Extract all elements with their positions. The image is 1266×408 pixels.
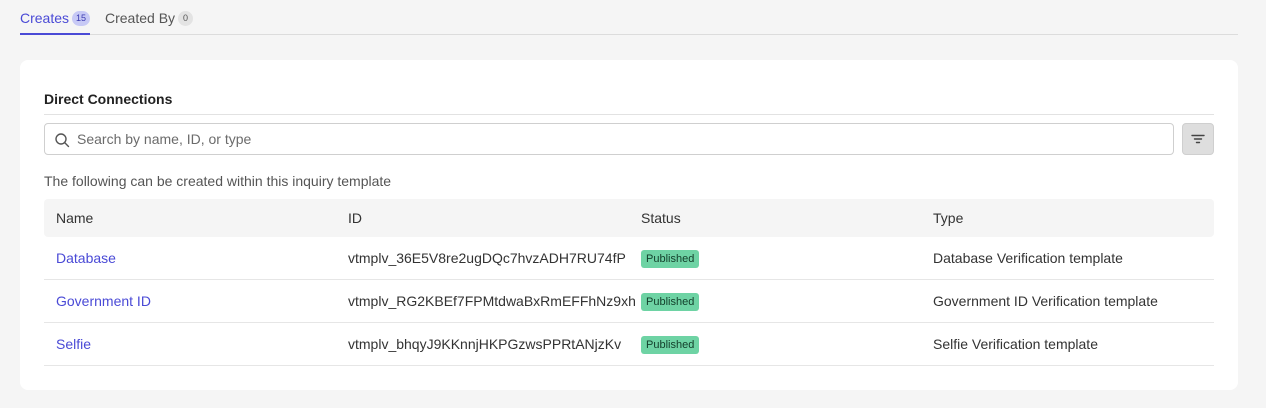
- filter-button[interactable]: [1182, 123, 1214, 155]
- row-type: Selfie Verification template: [933, 336, 1098, 352]
- column-header-name: Name: [56, 210, 94, 226]
- tab-label: Creates: [20, 10, 70, 26]
- tab-count-badge: 15: [72, 11, 91, 26]
- row-id: vtmplv_36E5V8re2ugDQc7hvzADH7RU74fP: [348, 250, 626, 266]
- filter-icon: [1191, 134, 1205, 144]
- status-badge: Published: [641, 293, 700, 311]
- description-text: The following can be created within this…: [44, 173, 392, 189]
- column-header-id: ID: [348, 210, 362, 226]
- table-row: Database vtmplv_36E5V8re2ugDQc7hvzADH7RU…: [44, 237, 1214, 280]
- row-type: Government ID Verification template: [933, 293, 1158, 309]
- divider: [44, 114, 1214, 115]
- row-type: Database Verification template: [933, 250, 1123, 266]
- direct-connections-card: Direct Connections The following can be …: [20, 60, 1238, 390]
- tab-label: Created By: [105, 10, 176, 26]
- status-badge: Published: [641, 250, 700, 268]
- table-header: Name ID Status Type: [44, 199, 1214, 237]
- card-title: Direct Connections: [44, 91, 173, 107]
- column-header-status: Status: [641, 210, 681, 226]
- row-id: vtmplv_bhqyJ9KKnnjHKPGzwsPPRtANjzKv: [348, 336, 622, 352]
- search-icon: [55, 133, 70, 148]
- connections-table: Name ID Status Type Database vtmplv_36E5…: [44, 199, 1214, 366]
- status-badge: Published: [641, 336, 700, 354]
- row-name-link[interactable]: Selfie: [56, 336, 91, 352]
- table-row: Government ID vtmplv_RG2KBEf7FPMtdwaBxRm…: [44, 280, 1214, 323]
- tab-count-badge: 0: [178, 11, 194, 26]
- row-id: vtmplv_RG2KBEf7FPMtdwaBxRmEFFhNz9xh: [348, 293, 636, 309]
- tab-bar: Creates 15 Created By 0: [20, 0, 1238, 35]
- row-name-link[interactable]: Government ID: [56, 293, 151, 309]
- tab-creates[interactable]: Creates 15: [20, 10, 91, 35]
- row-name-link[interactable]: Database: [56, 250, 116, 266]
- search-field[interactable]: [44, 123, 1174, 155]
- table-row: Selfie vtmplv_bhqyJ9KKnnjHKPGzwsPPRtANjz…: [44, 323, 1214, 366]
- search-input[interactable]: [77, 124, 1167, 154]
- tab-created-by[interactable]: Created By 0: [105, 10, 194, 35]
- column-header-type: Type: [933, 210, 964, 226]
